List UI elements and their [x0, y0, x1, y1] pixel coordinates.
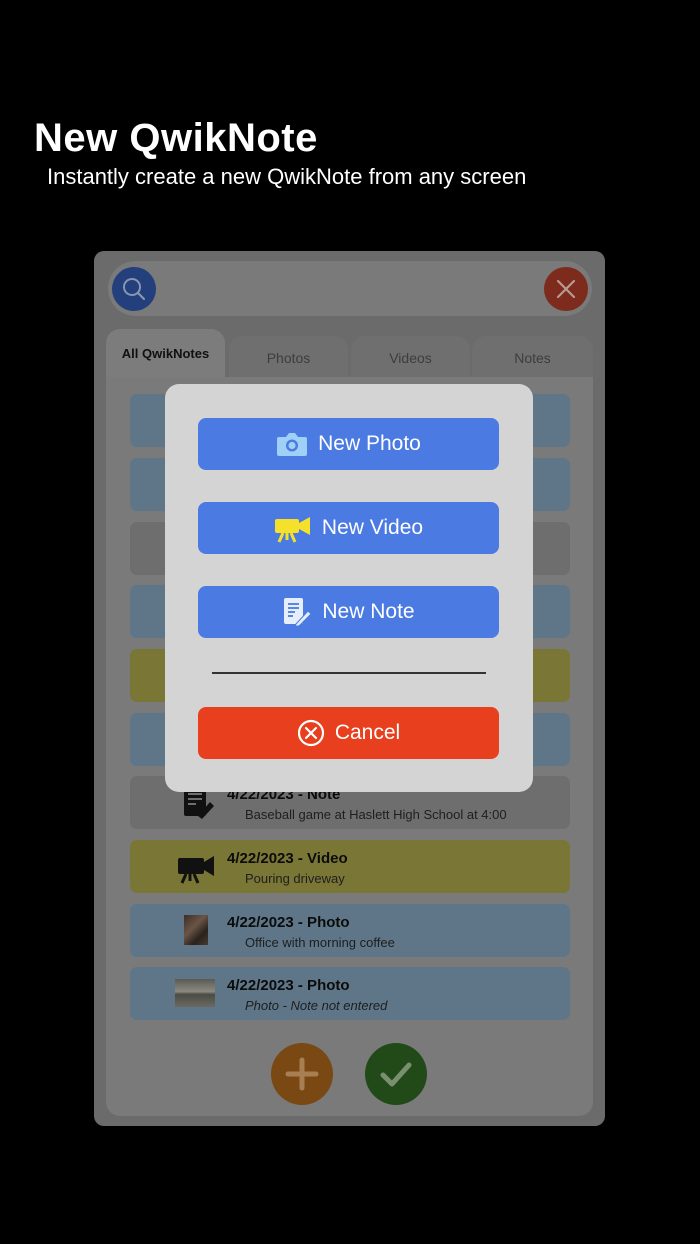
tab-notes[interactable]: Notes	[472, 336, 593, 382]
new-video-label: New Video	[321, 516, 424, 539]
new-qwiknote-dialog: New Photo New Video New Note Cancel	[165, 384, 533, 792]
video-camera-icon	[178, 856, 214, 884]
checkmark-icon	[380, 1062, 412, 1087]
done-button[interactable]	[365, 1043, 427, 1105]
search-icon	[123, 278, 146, 301]
close-icon	[556, 279, 576, 299]
new-note-label: New Note	[322, 600, 415, 623]
photo-thumbnail	[184, 915, 208, 945]
list-item[interactable]: 4/22/2023 - Photo Photo - Note not enter…	[130, 967, 570, 1020]
plus-icon	[285, 1057, 319, 1091]
search-button[interactable]	[112, 267, 156, 311]
list-item-title: 4/22/2023 - Photo	[227, 977, 350, 994]
photo-thumbnail	[175, 979, 215, 1007]
cancel-button[interactable]: Cancel	[198, 707, 499, 759]
divider	[212, 672, 486, 674]
new-photo-label: New Photo	[318, 432, 421, 455]
cancel-label: Cancel	[334, 721, 401, 744]
tab-all-qwiknotes[interactable]: All QwikNotes	[106, 329, 225, 381]
list-item-description: Baseball game at Haslett High School at …	[245, 807, 507, 822]
camera-icon	[277, 433, 308, 456]
tab-videos[interactable]: Videos	[351, 336, 470, 382]
search-bar[interactable]	[108, 261, 592, 316]
add-button[interactable]	[271, 1043, 333, 1105]
clear-search-button[interactable]	[544, 267, 588, 311]
tab-photos[interactable]: Photos	[229, 336, 348, 382]
new-note-button[interactable]: New Note	[198, 586, 499, 638]
new-video-button[interactable]: New Video	[198, 502, 499, 554]
promo-subtitle: Instantly create a new QwikNote from any…	[47, 164, 527, 189]
new-photo-button[interactable]: New Photo	[198, 418, 499, 470]
promo-title: New QwikNote	[34, 116, 318, 160]
tab-bar: All QwikNotes Photos Videos Notes	[106, 329, 593, 382]
list-item-title: 4/22/2023 - Photo	[227, 914, 350, 931]
note-icon	[284, 598, 313, 627]
list-item-description: Photo - Note not entered	[245, 998, 388, 1013]
list-item-description: Pouring driveway	[245, 871, 345, 886]
list-item-title: 4/22/2023 - Video	[227, 850, 348, 867]
list-item-description: Office with morning coffee	[245, 935, 395, 950]
list-item[interactable]: 4/22/2023 - Video Pouring driveway	[130, 840, 570, 893]
list-item[interactable]: 4/22/2023 - Photo Office with morning co…	[130, 904, 570, 957]
cancel-icon	[297, 719, 324, 747]
video-camera-icon	[274, 517, 310, 543]
